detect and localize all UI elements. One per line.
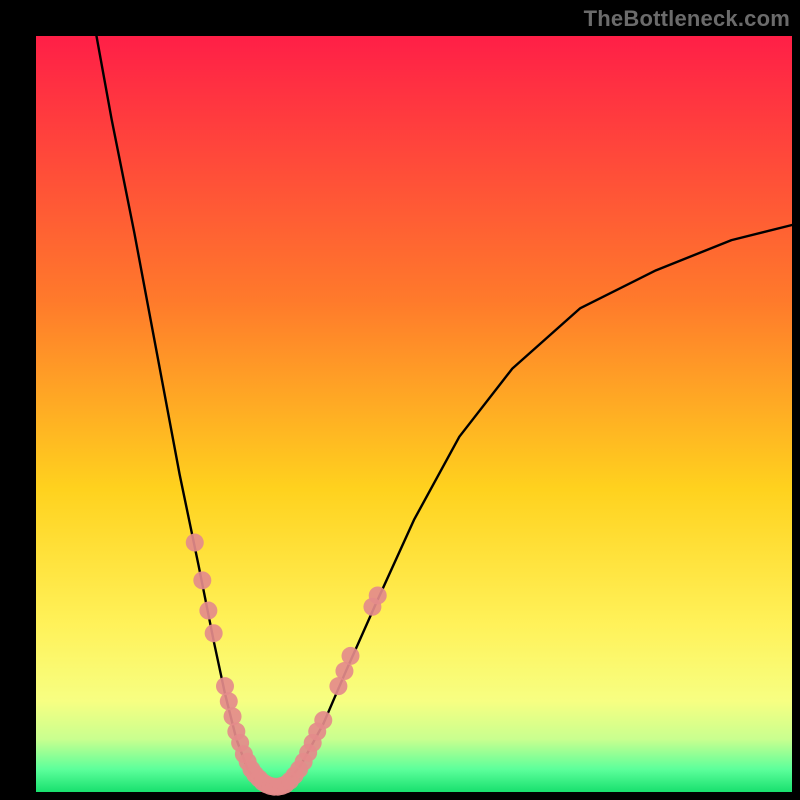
highlight-dot (205, 624, 223, 642)
highlight-dot (193, 571, 211, 589)
highlight-dot (369, 586, 387, 604)
highlight-dot (199, 602, 217, 620)
chart-stage: TheBottleneck.com (0, 0, 800, 800)
highlight-dot (314, 711, 332, 729)
highlight-dot (342, 647, 360, 665)
highlight-dot (220, 692, 238, 710)
highlight-dot (216, 677, 234, 695)
plot-background (36, 36, 792, 792)
chart-svg (0, 0, 800, 800)
highlight-dot (224, 707, 242, 725)
highlight-dot (186, 534, 204, 552)
